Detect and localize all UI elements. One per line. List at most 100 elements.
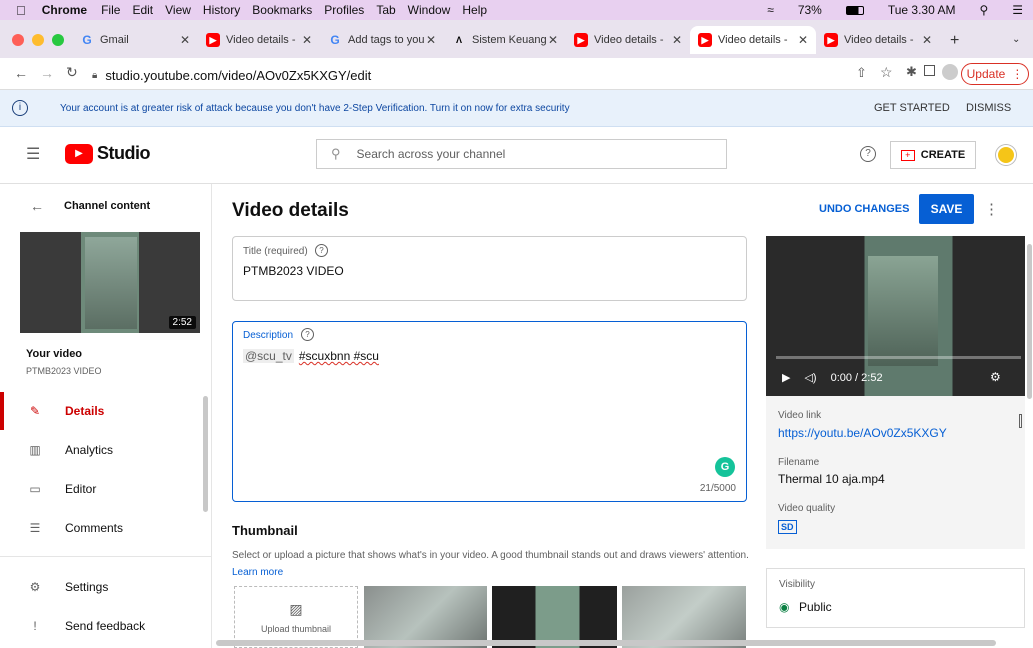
help-icon[interactable]: ?: [860, 146, 876, 162]
tab-video-details-3[interactable]: ▶ Video details - ✕: [816, 26, 940, 54]
thumbnail-option-1[interactable]: [364, 586, 487, 648]
spotlight-icon[interactable]: ⚲: [979, 3, 988, 17]
close-window-button[interactable]: [12, 34, 24, 46]
title-help-icon[interactable]: ?: [315, 244, 328, 257]
control-center-icon[interactable]: ☰: [1012, 3, 1023, 17]
close-tab-icon[interactable]: ✕: [426, 33, 436, 47]
visibility-box[interactable]: Visibility ◉ Public: [766, 568, 1025, 628]
main-vertical-scrollbar[interactable]: [1027, 244, 1032, 399]
copy-link-icon[interactable]: [1019, 414, 1022, 428]
thumbnail-option-2-selected[interactable]: [492, 586, 617, 648]
undo-changes-button[interactable]: UNDO CHANGES: [819, 203, 909, 215]
feedback-icon: !: [33, 619, 37, 633]
menu-help[interactable]: Help: [462, 3, 487, 17]
more-options-icon[interactable]: ⋮: [984, 200, 999, 218]
visibility-value: Public: [799, 600, 832, 614]
hamburger-menu-icon[interactable]: ☰: [26, 144, 40, 164]
bookmark-star-icon[interactable]: ☆: [880, 64, 893, 81]
description-char-count: 21/5000: [699, 483, 736, 494]
thumbnail-help-text: Select or upload a picture that shows wh…: [232, 550, 749, 561]
update-button[interactable]: Update ⋮: [961, 63, 1029, 85]
save-button[interactable]: SAVE: [919, 194, 974, 224]
sidebar-item-label: Settings: [65, 580, 109, 594]
close-tab-icon[interactable]: ✕: [798, 33, 808, 47]
menu-file[interactable]: File: [101, 3, 120, 17]
menu-edit[interactable]: Edit: [132, 3, 153, 17]
back-icon[interactable]: ←: [14, 65, 28, 81]
reload-icon[interactable]: ↻: [66, 64, 78, 81]
zoom-window-button[interactable]: [52, 34, 64, 46]
tab-search-icon[interactable]: ⌄: [1012, 34, 1020, 45]
player-progress-track[interactable]: [776, 356, 1021, 359]
dismiss-button[interactable]: DISMISS: [966, 102, 1011, 114]
player-settings-icon[interactable]: ⚙: [990, 370, 1001, 384]
side-panel-icon[interactable]: [924, 65, 935, 76]
tab-gmail[interactable]: G Gmail ✕: [72, 26, 198, 54]
close-tab-icon[interactable]: ✕: [180, 33, 190, 47]
add-photo-icon: ▨: [289, 600, 303, 617]
account-avatar[interactable]: [996, 145, 1016, 165]
app-menu-chrome[interactable]: Chrome: [42, 3, 87, 17]
lock-icon: 🔒︎: [92, 69, 98, 81]
youtube-logo-icon: ▶: [65, 143, 93, 164]
apple-icon[interactable]: : [16, 3, 26, 18]
wifi-icon[interactable]: ≈: [767, 3, 774, 17]
close-tab-icon[interactable]: ✕: [922, 33, 932, 47]
tab-add-tags[interactable]: G Add tags to you ✕: [320, 26, 444, 54]
forward-icon[interactable]: →: [40, 65, 54, 81]
description-help-icon[interactable]: ?: [301, 328, 314, 341]
learn-more-link[interactable]: Learn more: [232, 567, 283, 578]
tab-video-details-active[interactable]: ▶ Video details - ✕: [690, 26, 816, 54]
menu-bookmarks[interactable]: Bookmarks: [252, 3, 312, 17]
app-icon: Λ: [455, 35, 462, 45]
tab-sistem-keuangan[interactable]: Λ Sistem Keuang ✕: [444, 26, 566, 54]
menu-history[interactable]: History: [203, 3, 240, 17]
description-handle[interactable]: @scu_tv: [243, 349, 294, 363]
new-tab-icon[interactable]: +: [950, 32, 959, 50]
close-tab-icon[interactable]: ✕: [302, 33, 312, 47]
channel-content-back[interactable]: ← Channel content: [0, 194, 205, 218]
sidebar-item-comments[interactable]: ☰ Comments: [0, 509, 205, 547]
share-icon[interactable]: ⇧: [856, 65, 867, 81]
description-field[interactable]: Description ? @scu_tv #scuxbnn #scu G 21…: [232, 321, 747, 502]
close-tab-icon[interactable]: ✕: [548, 33, 558, 47]
minimize-window-button[interactable]: [32, 34, 44, 46]
video-link[interactable]: https://youtu.be/AOv0Zx5KXGY: [778, 426, 947, 440]
sidebar-item-details[interactable]: ✎ Details: [0, 392, 205, 430]
channel-content-label: Channel content: [64, 200, 151, 212]
thumbnail-option-3[interactable]: [622, 586, 746, 648]
url-field[interactable]: 🔒︎ studio.youtube.com/video/AOv0Zx5KXGY/…: [92, 64, 940, 86]
filename-value: Thermal 10 aja.mp4: [778, 472, 885, 486]
get-started-button[interactable]: GET STARTED: [874, 102, 950, 114]
sidebar-item-send-feedback[interactable]: ! Send feedback: [0, 607, 205, 645]
profile-icon[interactable]: [942, 64, 958, 80]
tab-video-details-1[interactable]: ▶ Video details - ✕: [198, 26, 320, 54]
back-arrow-icon: ←: [30, 198, 44, 214]
menu-profiles[interactable]: Profiles: [324, 3, 364, 17]
battery-percent[interactable]: 73%: [798, 3, 822, 17]
video-thumbnail[interactable]: 2:52: [20, 232, 200, 333]
tab-title: Sistem Keuang: [472, 34, 547, 46]
player-figure: [868, 256, 938, 366]
volume-icon[interactable]: ◁): [804, 371, 816, 384]
clock[interactable]: Tue 3.30 AM: [888, 3, 956, 17]
studio-logo[interactable]: ▶ Studio: [65, 143, 151, 164]
menu-view[interactable]: View: [165, 3, 191, 17]
sidebar-item-analytics[interactable]: ▥ Analytics: [0, 431, 205, 469]
title-field[interactable]: Title (required) ? PTMB2023 VIDEO: [232, 236, 747, 301]
search-box[interactable]: ⚲ Search across your channel: [316, 139, 727, 169]
create-button[interactable]: + CREATE: [890, 141, 976, 169]
sidebar-scrollbar[interactable]: [203, 396, 208, 512]
menu-tab[interactable]: Tab: [376, 3, 395, 17]
grammarly-icon[interactable]: G: [715, 457, 735, 477]
extensions-icon[interactable]: ✱: [906, 64, 917, 80]
sidebar-item-editor[interactable]: ▭ Editor: [0, 470, 205, 508]
sidebar-item-settings[interactable]: ⚙ Settings: [0, 568, 205, 606]
video-player[interactable]: ▶ ◁) 0:00 / 2:52 ⚙: [766, 236, 1025, 396]
play-icon[interactable]: ▶: [782, 371, 790, 384]
upload-thumbnail-button[interactable]: ▨ Upload thumbnail: [234, 586, 358, 648]
main-horizontal-scrollbar[interactable]: [216, 640, 996, 646]
tab-video-details-2[interactable]: ▶ Video details - ✕: [566, 26, 690, 54]
menu-window[interactable]: Window: [408, 3, 451, 17]
close-tab-icon[interactable]: ✕: [672, 33, 682, 47]
